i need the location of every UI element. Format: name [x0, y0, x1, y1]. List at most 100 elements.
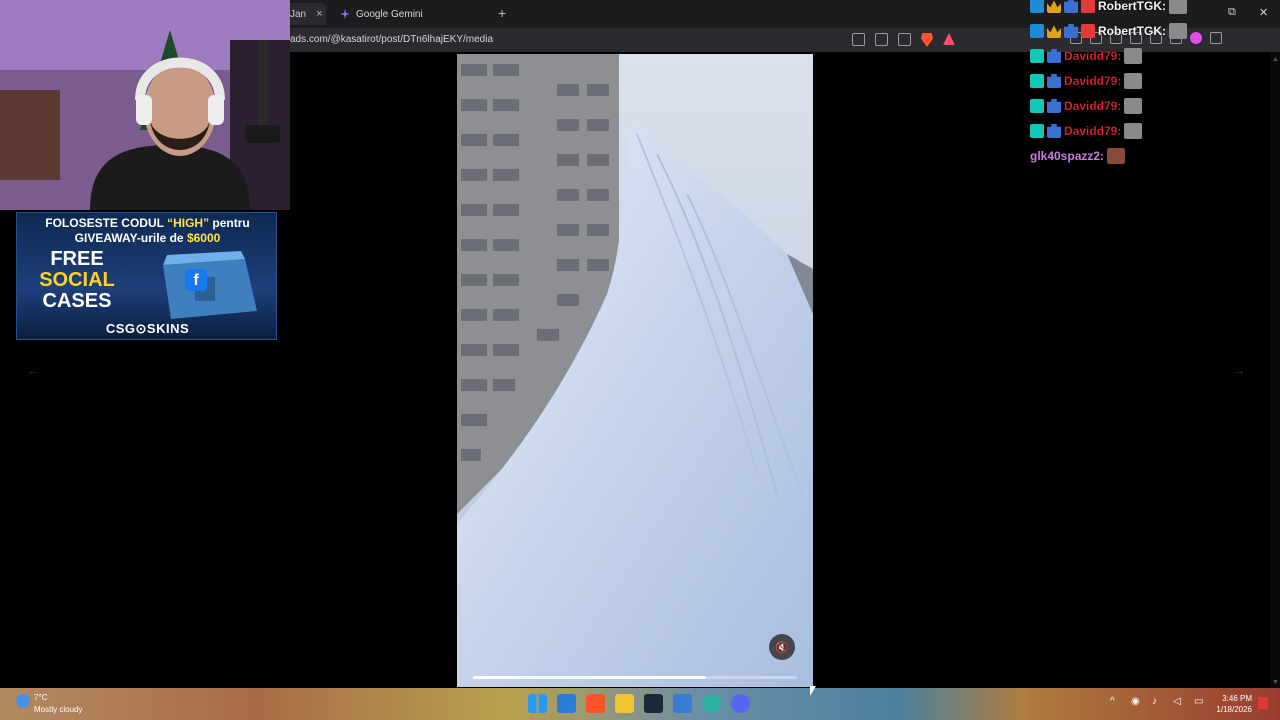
streamer-webcam	[0, 0, 290, 210]
ad-headline-suffix: pentru	[209, 216, 250, 230]
chat-username: RobertTGK:	[1098, 0, 1166, 13]
file-explorer-icon[interactable]	[615, 694, 634, 713]
video-progress-bar[interactable]	[473, 676, 797, 679]
crown-badge-icon	[1047, 25, 1061, 38]
emote-icon	[1169, 23, 1187, 39]
share-icon[interactable]	[898, 33, 911, 46]
taskbar-clock[interactable]: 3:46 PM 1/18/2026	[1212, 693, 1252, 715]
clock-date: 1/18/2026	[1216, 705, 1252, 714]
video-progress-fill	[473, 676, 707, 679]
sub-badge-icon	[1030, 74, 1044, 88]
emote-icon	[1124, 98, 1143, 114]
mute-button[interactable]: 🔇	[769, 634, 795, 660]
close-window-icon[interactable]: ✕	[1259, 6, 1268, 19]
ad-headline-prefix: FOLOSESTE CODUL	[45, 216, 168, 230]
globe-app-icon[interactable]	[702, 694, 721, 713]
chat-username: Davidd79:	[1064, 124, 1122, 138]
system-tray: ^ ◉ ♪ ◁ ▭	[1110, 696, 1207, 709]
robot-badge-icon	[1047, 99, 1061, 113]
ad-subheadline-prefix: GIVEAWAY-urile de	[74, 231, 187, 245]
robot-badge-icon	[1064, 24, 1078, 38]
menu-icon[interactable]	[1210, 32, 1222, 44]
task-view-icon[interactable]	[557, 694, 576, 713]
robot-badge-icon	[1047, 49, 1061, 63]
ad-subheadline: GIVEAWAY-urile de $6000	[25, 231, 270, 245]
windows-taskbar: 7°C Mostly cloudy ^ ◉ ♪ ◁ ▭ 3:46 PM 1/18…	[0, 688, 1280, 720]
chat-username: Davidd79:	[1064, 49, 1122, 63]
ad-promo-code: “HIGH”	[167, 216, 210, 230]
robot-badge-icon	[1047, 74, 1061, 88]
emote-icon	[1124, 48, 1143, 64]
notification-icon[interactable]	[1258, 697, 1268, 709]
brave-browser-icon[interactable]	[586, 694, 605, 713]
profile-icon[interactable]	[1190, 32, 1202, 44]
network-icon[interactable]: ▭	[1194, 696, 1207, 709]
vip-badge-icon	[1081, 0, 1095, 13]
taskbar-apps	[528, 694, 750, 713]
tab-active-label: Jan	[290, 8, 307, 20]
reader-mode-icon[interactable]	[875, 33, 888, 46]
facebook-icon: f	[185, 269, 207, 291]
steam-icon[interactable]	[644, 694, 663, 713]
show-hidden-icons-icon[interactable]: ^	[1110, 696, 1123, 709]
ad-headline: FOLOSESTE CODUL “HIGH” pentru	[25, 216, 270, 230]
sub-badge-icon	[1030, 24, 1044, 38]
chat-username: Davidd79:	[1064, 99, 1122, 113]
ad-social-text: SOCIAL	[39, 269, 115, 291]
tab-google-gemini[interactable]: Google Gemini	[336, 3, 486, 25]
chat-message: Davidd79:	[1030, 46, 1143, 66]
new-tab-button[interactable]: +	[498, 5, 506, 21]
sub-badge-icon	[1030, 0, 1044, 13]
ad-amount: $6000	[186, 231, 221, 245]
clock-time: 3:46 PM	[1222, 694, 1252, 703]
chat-username: Davidd79:	[1064, 74, 1122, 88]
calculator-icon[interactable]	[673, 694, 692, 713]
chat-message: Davidd79:	[1030, 71, 1143, 91]
tab-close-icon[interactable]: ×	[316, 8, 322, 20]
mute-icon: 🔇	[775, 641, 789, 654]
chat-message: Davidd79:	[1030, 121, 1143, 141]
sub-badge-icon	[1030, 49, 1044, 63]
chat-username: glk40spazz2:	[1030, 149, 1105, 163]
security-tray-icon[interactable]: ◉	[1131, 696, 1144, 709]
brave-shields-icon[interactable]	[921, 33, 933, 47]
vip-badge-icon	[1081, 24, 1095, 38]
brave-rewards-icon[interactable]	[943, 33, 955, 45]
speaker-icon[interactable]: ◁	[1173, 696, 1186, 709]
cast-icon[interactable]	[852, 33, 865, 46]
chat-message: RobertTGK:	[1030, 0, 1187, 16]
discord-icon[interactable]	[731, 694, 750, 713]
restore-window-icon[interactable]: ⧉	[1228, 6, 1236, 19]
tab-google-gemini-label: Google Gemini	[356, 8, 423, 20]
chat-message: glk40spazz2:	[1030, 146, 1126, 166]
url-field[interactable]: ads.com/@kasatirot/post/DTn6lhajEKY/medi…	[290, 34, 493, 45]
mouse-cursor-icon	[810, 686, 816, 696]
start-menu-icon[interactable]	[528, 694, 547, 713]
crown-badge-icon	[1047, 0, 1061, 13]
address-bar-actions	[852, 33, 955, 47]
snow-wall-video-frame	[457, 54, 813, 687]
tab-active[interactable]: Jan ×	[286, 3, 326, 25]
emote-icon	[1107, 148, 1126, 164]
page-scrollbar[interactable]: ▲ ▼	[1270, 52, 1280, 688]
next-arrow-icon[interactable]: →	[1232, 362, 1246, 378]
csgo-skins-logo: CSG⊙SKINS	[105, 321, 190, 336]
scroll-down-icon[interactable]: ▼	[1272, 679, 1279, 686]
emote-icon	[1169, 0, 1187, 14]
scroll-up-icon[interactable]: ▲	[1272, 56, 1279, 63]
ad-cases-text: CASES	[42, 290, 112, 312]
emote-icon	[1124, 123, 1143, 139]
chat-message: Davidd79:	[1030, 96, 1143, 116]
previous-arrow-icon[interactable]: ←	[26, 362, 40, 378]
robot-badge-icon	[1064, 0, 1078, 13]
gemini-icon	[340, 9, 350, 19]
sponsor-ad-banner[interactable]: FOLOSESTE CODUL “HIGH” pentru GIVEAWAY-u…	[16, 212, 277, 340]
emote-icon	[1124, 73, 1143, 89]
weather-icon	[16, 694, 30, 708]
volume-icon[interactable]: ♪	[1152, 696, 1165, 709]
webcam-image	[0, 0, 290, 210]
loot-case-image: f	[145, 247, 267, 321]
weather-temperature: 7°C	[34, 693, 48, 702]
sub-badge-icon	[1030, 124, 1044, 138]
video-player[interactable]: 🔇	[457, 54, 813, 687]
